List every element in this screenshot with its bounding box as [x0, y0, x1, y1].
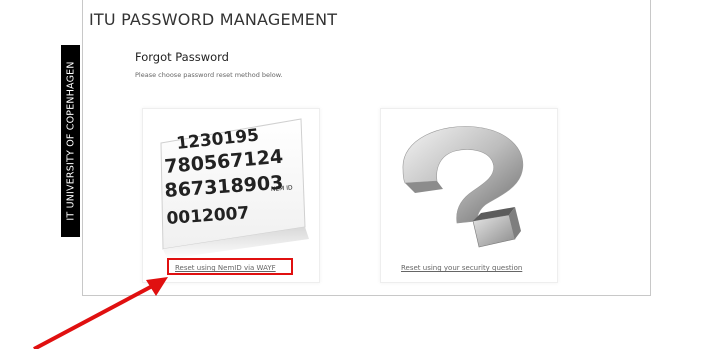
annotation-arrow: [33, 277, 168, 349]
